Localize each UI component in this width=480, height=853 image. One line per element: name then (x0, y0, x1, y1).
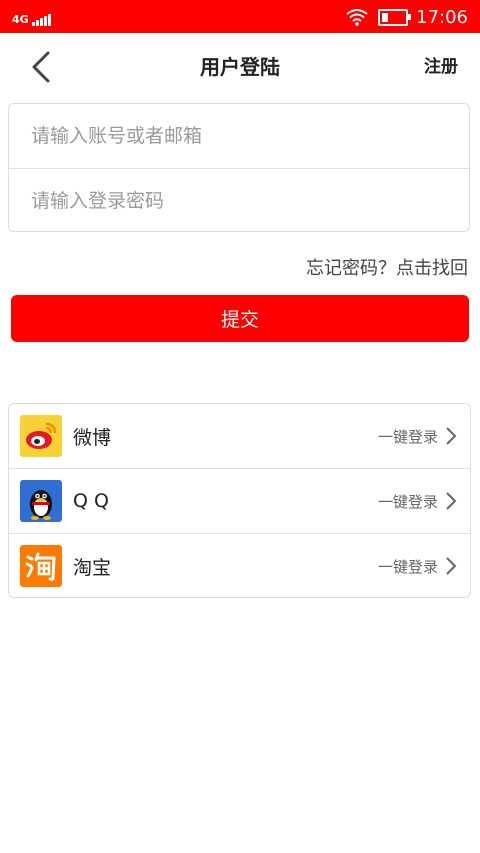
back-button[interactable] (24, 47, 64, 87)
signal-icon (31, 14, 51, 26)
social-login-weibo[interactable]: 微博 一键登录 (9, 404, 470, 468)
status-right: 17:06 (346, 4, 468, 30)
wifi-icon (346, 9, 368, 26)
chevron-right-icon (446, 492, 457, 510)
chevron-right-icon (446, 557, 457, 575)
login-form (8, 103, 470, 233)
nav-bar: 用户登陆 注册 (0, 33, 480, 101)
page-title: 用户登陆 (200, 55, 280, 79)
register-button[interactable]: 注册 (424, 33, 458, 101)
social-name: Q Q (73, 490, 109, 512)
one-click-login: 一键登录 (377, 427, 438, 446)
qq-penguin-icon (20, 480, 62, 522)
chevron-right-icon (446, 427, 457, 445)
social-login-qq[interactable]: Q Q 一键登录 (9, 468, 470, 533)
social-login-list: 微博 一键登录 Q Q 一键登录 淘宝 一键登录 (8, 403, 471, 598)
status-bar: 4G 17:06 (0, 0, 480, 33)
one-click-login: 一键登录 (377, 557, 438, 576)
password-input[interactable] (9, 169, 469, 233)
clock: 17:06 (416, 6, 468, 28)
battery-icon (378, 8, 412, 26)
social-name: 淘宝 (73, 556, 112, 579)
submit-button[interactable]: 提交 (11, 295, 469, 342)
one-click-login: 一键登录 (377, 492, 438, 511)
weibo-icon (20, 415, 62, 457)
social-login-taobao[interactable]: 淘宝 一键登录 (9, 533, 470, 598)
social-name: 微博 (73, 426, 112, 449)
taobao-icon (20, 545, 62, 587)
account-input[interactable] (9, 104, 469, 168)
network-indicator: 4G (12, 8, 51, 26)
network-type: 4G (12, 13, 29, 26)
forgot-password-link[interactable]: 忘记密码？点击找回 (306, 254, 468, 280)
chevron-left-icon (32, 51, 50, 83)
